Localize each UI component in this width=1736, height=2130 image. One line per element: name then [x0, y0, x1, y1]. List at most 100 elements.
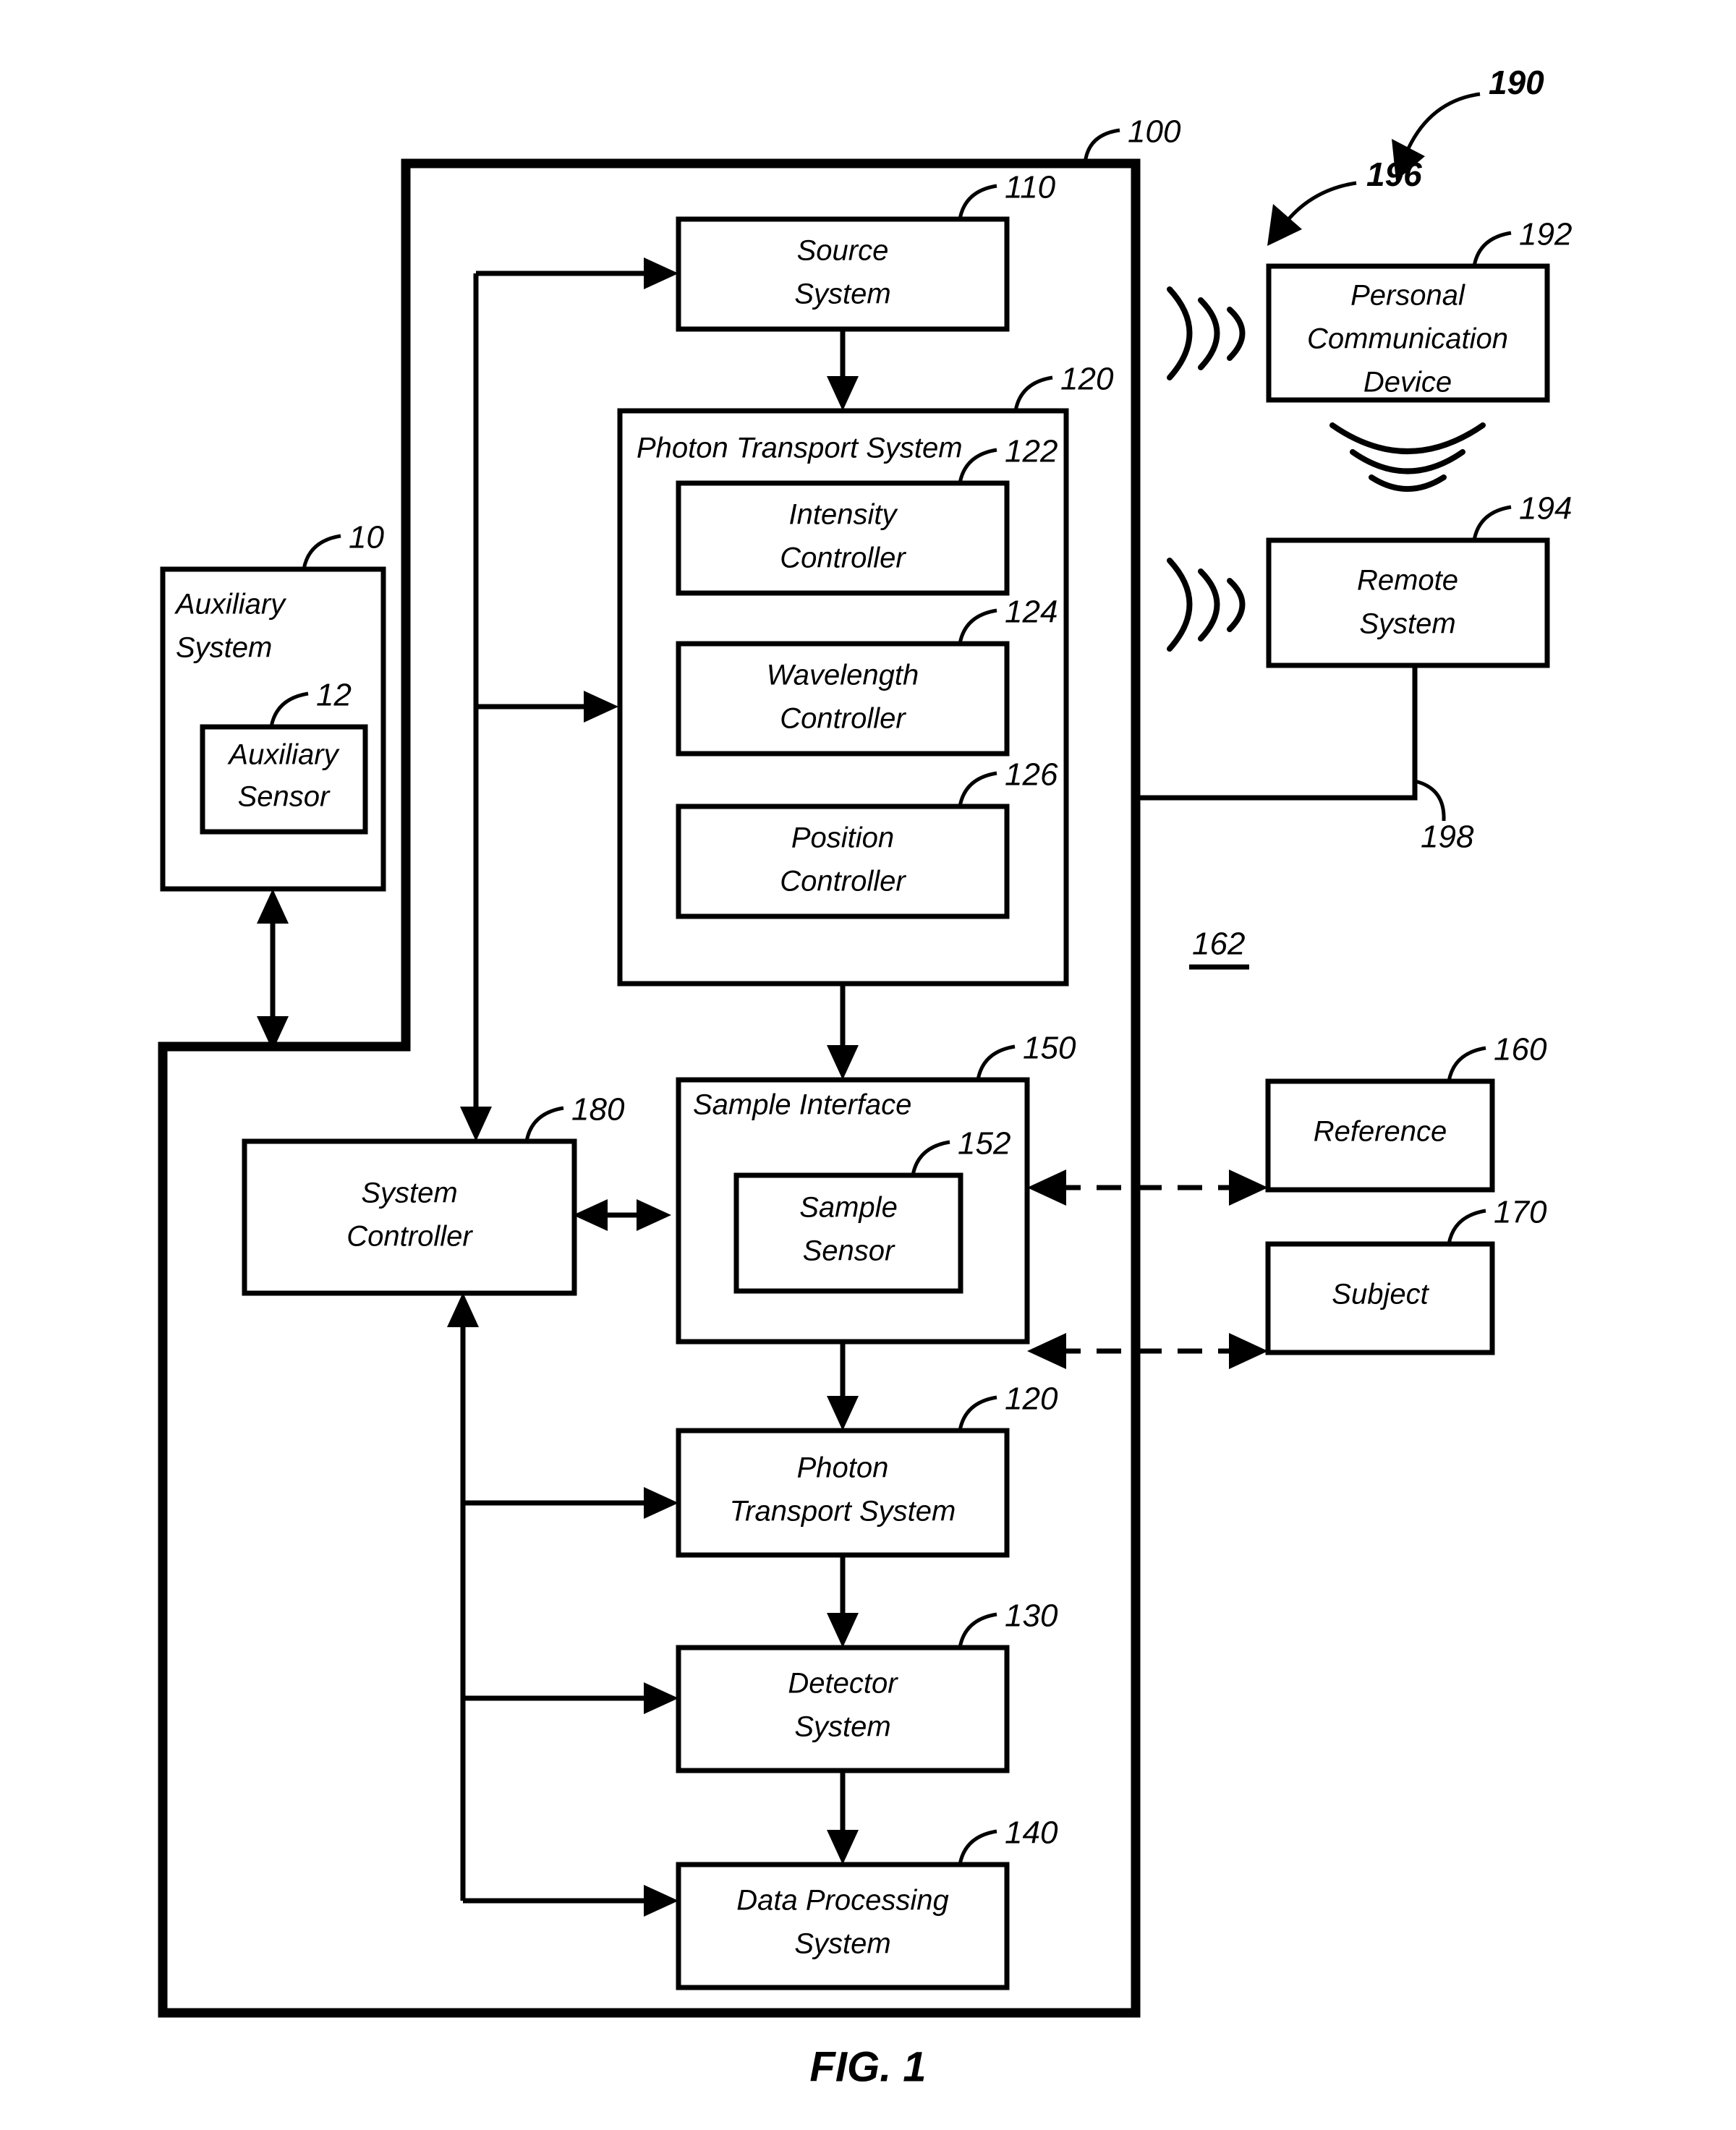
auxiliary-link-arrowhead-up [257, 889, 289, 924]
wireless-waves-icon-to-pcd [1167, 286, 1246, 380]
data-processing-label-line1: Data Processing [736, 1885, 948, 1917]
sample-subject-arrowhead-right [1229, 1333, 1268, 1369]
leader-160 [1447, 1046, 1486, 1082]
intensity-controller-label-line2: Controller [780, 542, 906, 574]
source-to-photon-arrowhead [827, 376, 859, 411]
ref-label-152: 152 [958, 1126, 1010, 1162]
ref-label-196: 196 [1366, 156, 1422, 193]
ref-label-194: 194 [1519, 491, 1572, 527]
leader-170 [1447, 1209, 1486, 1245]
ref-label-110: 110 [1005, 170, 1056, 205]
controller-sample-arrowhead-left [573, 1199, 608, 1231]
sample-reference-arrowhead-right [1229, 1170, 1268, 1206]
ref-label-162: 162 [1192, 926, 1245, 962]
bus-to-source-system-arrowhead [644, 257, 678, 289]
leader-196 [1285, 181, 1357, 223]
ref-label-10: 10 [349, 520, 384, 555]
box-system-controller [242, 1138, 577, 1296]
leader-190 [1404, 92, 1481, 154]
ref-label-150: 150 [1023, 1031, 1076, 1066]
leader-130 [958, 1612, 997, 1648]
ref-label-130: 130 [1005, 1598, 1058, 1634]
leader-110 [958, 184, 997, 220]
ref-label-198: 198 [1421, 819, 1474, 855]
wireless-waves-icon-pcd-to-remote [1329, 422, 1486, 492]
ref-label-122: 122 [1005, 434, 1058, 469]
box-data-processing-system [676, 1862, 1010, 1990]
bus-to-system-controller-arrowhead [460, 1107, 492, 1141]
system-controller-label-line1: System [361, 1177, 457, 1209]
figure-1-diagram: Source System Photon Transport System In… [158, 64, 1572, 2090]
personal-comm-device-label-line2: Communication [1307, 323, 1508, 355]
remote-system-label-line1: Remote [1357, 565, 1458, 597]
figure-caption: FIG. 1 [809, 2043, 926, 2090]
detector-system-label-line1: Detector [788, 1668, 898, 1700]
position-controller-label-line2: Controller [780, 866, 906, 898]
remote-system-label-line2: System [1359, 608, 1455, 640]
sample-interface-label: Sample Interface [693, 1089, 911, 1121]
leader-120-top [1013, 375, 1053, 412]
wavelength-controller-label-line1: Wavelength [767, 660, 919, 691]
auxiliary-sensor-label-line1: Auxiliary [227, 739, 340, 771]
personal-comm-device-label-line1: Personal [1350, 280, 1465, 312]
source-system-label-line2: System [794, 278, 890, 310]
sample-subject-arrowhead-left [1027, 1333, 1066, 1369]
ref-label-120-bottom: 120 [1005, 1381, 1058, 1417]
leader-150 [976, 1044, 1016, 1081]
feedback-to-controller-arrowhead [447, 1292, 479, 1327]
ref-label-124: 124 [1005, 595, 1058, 630]
position-controller-label-line1: Position [791, 822, 894, 854]
feedback-into-photon2-arrowhead [644, 1487, 678, 1519]
sample-sensor-label-line1: Sample [799, 1192, 898, 1224]
ref-label-120-top: 120 [1060, 362, 1114, 397]
box-detector-system [676, 1645, 1010, 1773]
wavelength-controller-label-line2: Controller [780, 703, 906, 735]
bus-to-photon-transport-arrowhead [584, 691, 618, 723]
ref-label-140: 140 [1005, 1815, 1058, 1851]
leader-198 [1414, 779, 1446, 822]
auxiliary-system-label-line2: System [176, 632, 272, 664]
leader-10 [302, 534, 341, 570]
patent-figure-1: Source System Photon Transport System In… [0, 0, 1736, 2130]
box-remote-system [1266, 537, 1550, 668]
leader-100 [1083, 128, 1120, 164]
ref-label-190: 190 [1489, 64, 1544, 101]
photon2-to-detector-arrowhead [827, 1613, 859, 1648]
leader-120-bottom [958, 1395, 997, 1431]
photon-transport-bottom-label-line2: Transport System [730, 1496, 956, 1528]
controller-sample-arrowhead-right [637, 1199, 671, 1231]
source-system-label-line1: Source [797, 235, 889, 267]
photon-transport-bottom-label-line1: Photon [797, 1452, 889, 1484]
leader-180 [524, 1106, 564, 1142]
data-processing-label-line2: System [794, 1928, 890, 1960]
intensity-controller-label-line1: Intensity [789, 499, 899, 531]
feedback-bus-line [460, 1500, 655, 1904]
ref-label-126: 126 [1005, 757, 1058, 793]
sample-to-photon2-arrowhead [827, 1396, 859, 1431]
photon-to-sample-arrowhead [827, 1045, 859, 1080]
feedback-into-dataproc-arrowhead [644, 1885, 678, 1917]
subject-label: Subject [1332, 1279, 1429, 1311]
wireless-waves-icon-to-remote [1167, 558, 1246, 652]
leader-194 [1472, 505, 1512, 541]
ref-label-170: 170 [1494, 1195, 1547, 1230]
personal-comm-device-label-line3: Device [1363, 367, 1452, 399]
remote-system-wired-link-198 [1136, 665, 1418, 801]
leader-192 [1472, 231, 1512, 267]
leader-140 [958, 1829, 997, 1865]
auxiliary-sensor-label-line2: Sensor [238, 781, 331, 813]
sample-reference-arrowhead-left [1027, 1170, 1066, 1206]
system-controller-label-line2: Controller [346, 1221, 473, 1253]
ref-label-12: 12 [316, 678, 352, 713]
ref-label-100: 100 [1128, 114, 1181, 150]
detector-system-label-line2: System [794, 1711, 890, 1743]
feedback-into-detector-arrowhead [644, 1682, 678, 1714]
ref-label-192: 192 [1519, 217, 1572, 252]
sample-sensor-label-line2: Sensor [803, 1235, 895, 1267]
auxiliary-system-label-line1: Auxiliary [174, 589, 287, 621]
photon-transport-system-top-label: Photon Transport System [637, 433, 963, 464]
ref-label-160: 160 [1494, 1032, 1547, 1068]
ref-label-180: 180 [571, 1092, 625, 1128]
box-photon-transport-system-bottom [676, 1428, 1010, 1558]
detector-to-dataproc-arrowhead [827, 1830, 859, 1865]
